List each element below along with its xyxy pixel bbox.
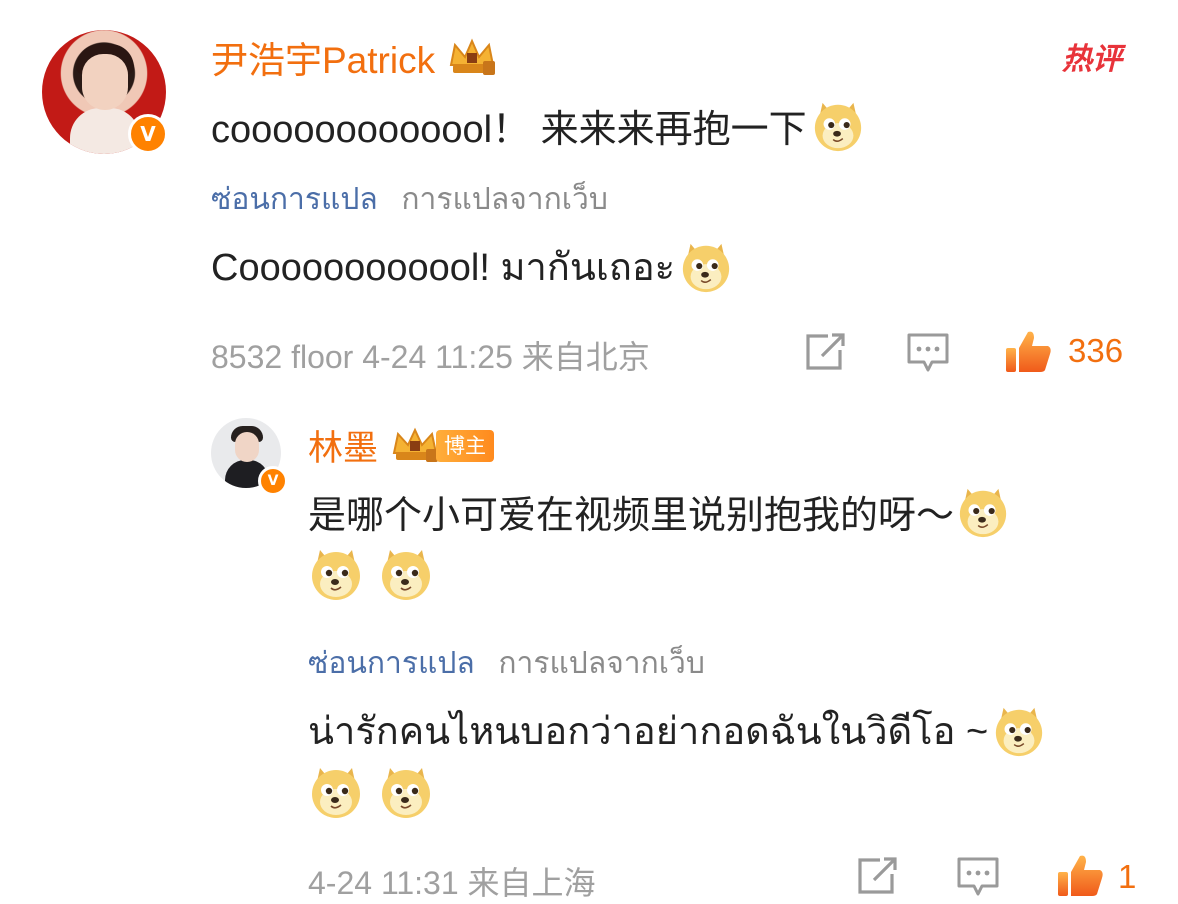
emoji-row <box>308 546 434 602</box>
verified-badge: V <box>258 466 288 496</box>
doge-emoji-icon <box>956 485 1010 539</box>
edit-icon[interactable] <box>804 332 846 372</box>
comment-meta: 8532 floor 4-24 11:25 来自北京 <box>211 339 650 375</box>
reply-header: 林墨 博主 <box>308 420 495 471</box>
translation-source: การแปลจากเว็บ <box>498 646 705 681</box>
comment-text: cooooooooooool！ 来来来再抱一下 <box>211 109 807 151</box>
reply-username[interactable]: 林墨 <box>308 420 378 471</box>
doge-emoji-icon <box>308 764 364 820</box>
hot-comment-tag: 热评 <box>1062 42 1122 77</box>
doge-emoji-icon <box>679 240 733 294</box>
translation-text-row: Coooooooooool! มากันเถอะ <box>211 236 733 297</box>
translation-controls: ซ่อนการแปล การแปลจากเว็บ <box>308 640 705 687</box>
crown-member-icon <box>392 427 439 462</box>
edit-icon[interactable] <box>856 856 898 896</box>
translation-source: การแปลจากเว็บ <box>401 182 608 217</box>
reply-text: 是哪个小可爱在视频里说别抱我的呀～ <box>308 495 955 537</box>
doge-emoji-icon <box>378 764 434 820</box>
doge-emoji-icon <box>811 99 865 153</box>
doge-emoji-icon <box>378 546 434 602</box>
like-icon[interactable] <box>1056 852 1106 898</box>
author-badge: 博主 <box>388 425 495 467</box>
like-count: 1 <box>1118 858 1137 895</box>
verified-badge: V <box>128 114 168 154</box>
reply-translation-text: น่ารักคนไหนบอกว่าอย่ากอดฉันในวิดีโอ ~ <box>308 711 989 753</box>
like-icon[interactable] <box>1004 328 1054 374</box>
hide-translation-link[interactable]: ซ่อนการแปล <box>211 182 378 217</box>
reply-text-row: 是哪个小可爱在视频里说别抱我的呀～ <box>308 484 1010 539</box>
username[interactable]: 尹浩宇Patrick <box>211 30 435 84</box>
hide-translation-link[interactable]: ซ่อนการแปล <box>308 646 475 681</box>
emoji-row <box>308 764 434 820</box>
like-count: 336 <box>1068 332 1124 369</box>
comment-text-row: cooooooooooool！ 来来来再抱一下 <box>211 98 865 153</box>
reply-translation-row: น่ารักคนไหนบอกว่าอย่ากอดฉันในวิดีโอ ~ <box>308 700 1046 761</box>
doge-emoji-icon <box>992 704 1046 758</box>
crown-member-icon <box>449 38 496 75</box>
comment-icon[interactable] <box>906 332 950 374</box>
translation-text: Coooooooooool! มากันเถอะ <box>211 247 676 289</box>
comment-header: 尹浩宇Patrick <box>211 30 499 84</box>
translation-controls: ซ่อนการแปล การแปลจากเว็บ <box>211 176 608 223</box>
reply-meta: 4-24 11:31 来自上海 <box>308 865 596 901</box>
comment-icon[interactable] <box>956 856 1000 898</box>
blogger-tag: 博主 <box>436 429 495 462</box>
doge-emoji-icon <box>308 546 364 602</box>
